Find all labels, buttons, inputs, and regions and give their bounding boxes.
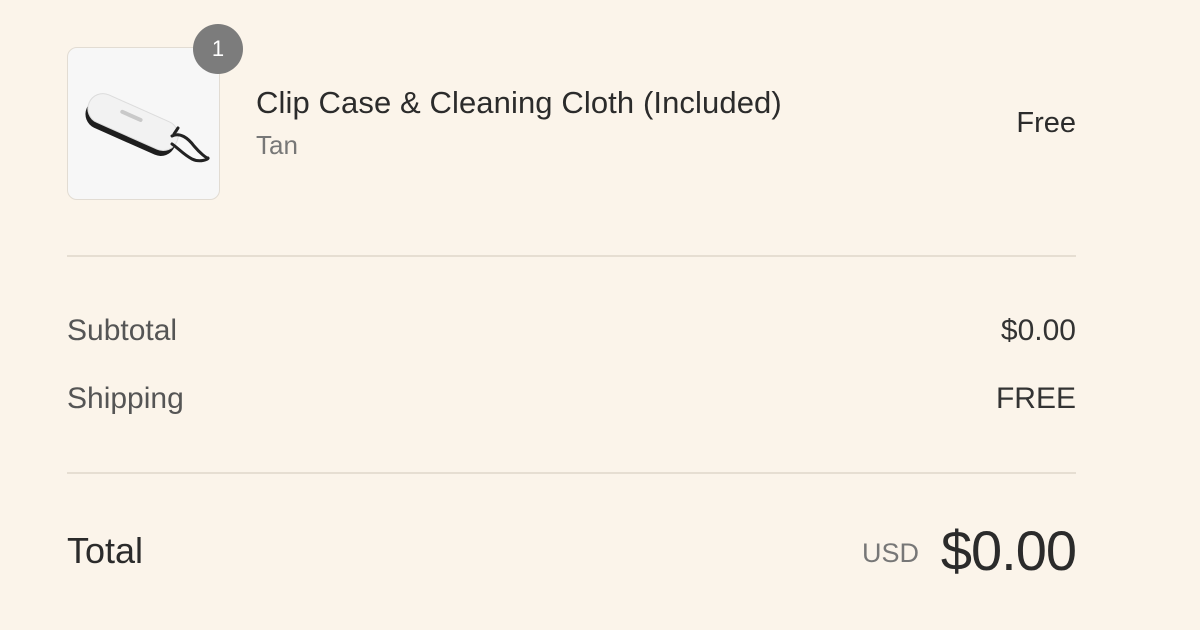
glasses-clip-case-icon <box>85 93 210 163</box>
subtotal-value: $0.00 <box>1000 314 1076 347</box>
order-summary: 1 Clip Case & Cleaning Cloth (Included) … <box>67 0 1077 630</box>
total-label: Total <box>67 530 144 571</box>
product-variant: Tan <box>256 130 298 160</box>
total-amount: $0.00 <box>940 519 1077 582</box>
divider <box>67 255 1076 257</box>
product-price: Free <box>1016 107 1076 139</box>
total-currency: USD <box>861 538 919 568</box>
quantity-badge: 1 <box>193 24 243 74</box>
divider <box>67 472 1076 474</box>
shipping-label: Shipping <box>67 382 184 415</box>
product-name: Clip Case & Cleaning Cloth (Included) <box>256 85 782 120</box>
shipping-value: FREE <box>995 382 1076 415</box>
subtotal-label: Subtotal <box>67 314 178 347</box>
product-thumbnail <box>67 47 220 200</box>
order-line-item: 1 Clip Case & Cleaning Cloth (Included) … <box>67 24 1076 202</box>
